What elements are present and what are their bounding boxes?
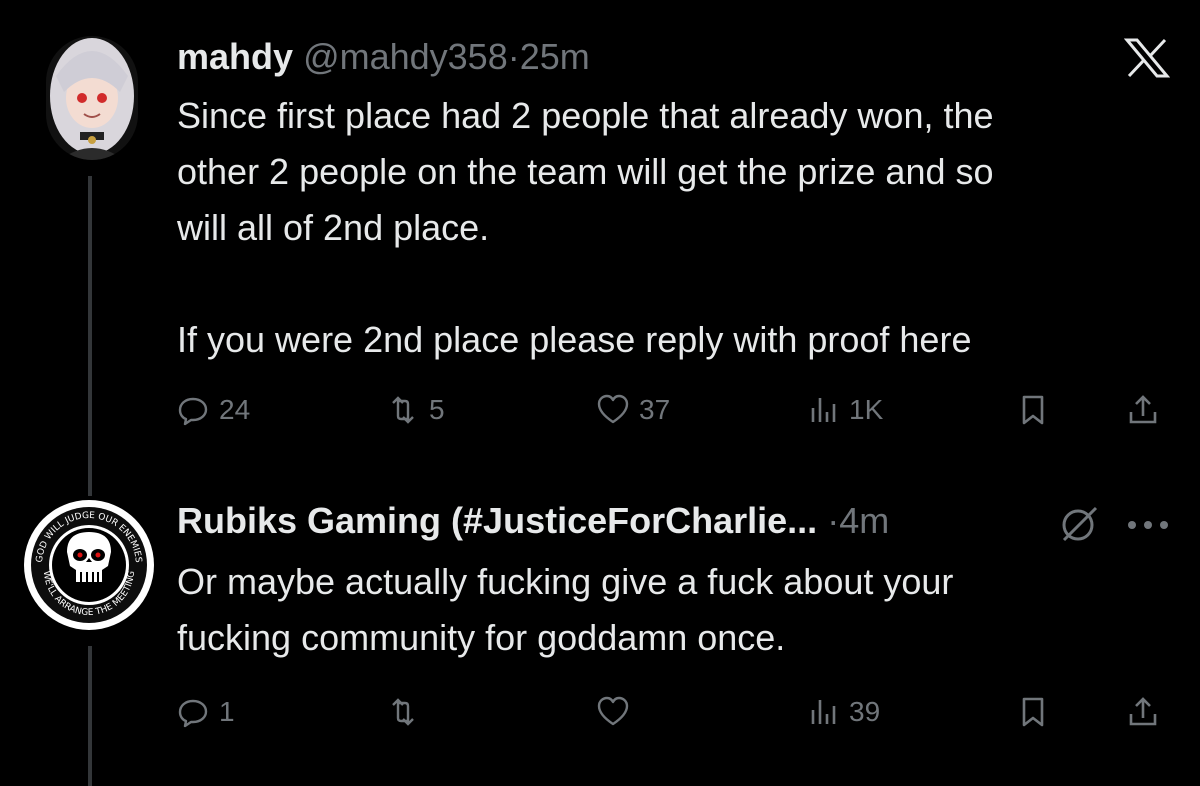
text-line: Or maybe actually fucking give a fuck ab… [177,561,954,602]
text-line: Since first place had 2 people that alre… [177,95,994,136]
views-bar-chart-icon [811,700,836,724]
share-button[interactable] [1127,692,1159,732]
heart-icon [597,696,629,726]
views-button[interactable]: 39 [807,692,880,732]
views-button[interactable]: 1K [807,390,883,430]
x-logo-icon[interactable] [1123,38,1171,78]
reply-count: 1 [219,696,235,727]
timestamp[interactable]: 4m [839,500,889,541]
grok-icon[interactable] [1058,504,1102,544]
separator-dot: · [827,500,840,541]
reply-icon [178,699,208,728]
tweet-rubiks[interactable]: GOD WILL JUDGE OUR ENEMIES WE'LL ARRANGE… [0,470,1200,786]
reply-button[interactable]: 1 [177,692,235,732]
like-button[interactable]: 37 [597,390,670,430]
reply-icon [178,397,208,426]
bookmark-button[interactable] [1017,390,1049,430]
timestamp[interactable]: 25m [520,36,590,77]
view-count: 39 [849,696,881,727]
reply-button[interactable]: 24 [177,390,250,430]
thread-connector-line [88,176,92,496]
repost-button[interactable]: 5 [387,390,445,430]
view-count: 1K [849,394,884,425]
tweet-text: Since first place had 2 people that alre… [177,88,1177,368]
avatar-mahdy[interactable] [46,36,138,160]
tweet-header: Rubiks Gaming (#JusticeForCharlie... ·4m [177,500,889,542]
views-bar-chart-icon [811,398,836,422]
bookmark-icon [1022,395,1044,425]
thread-connector-line [88,646,92,786]
heart-icon [597,394,629,424]
avatar-rubiks[interactable]: GOD WILL JUDGE OUR ENEMIES WE'LL ARRANGE… [24,500,154,630]
text-line: will all of 2nd place. [177,207,490,248]
like-button[interactable] [597,692,639,732]
tweet-mahdy[interactable]: mahdy @mahdy358·25m Since first place ha… [0,0,1200,496]
display-name[interactable]: mahdy [177,36,293,77]
share-icon [1129,697,1157,726]
action-bar: 1 39 [177,692,1167,732]
bookmark-icon [1022,697,1044,727]
tweet-text: Or maybe actually fucking give a fuck ab… [177,554,1177,666]
action-bar: 24 5 37 1K [177,390,1167,430]
tweet-header: mahdy @mahdy358·25m [177,36,590,78]
display-name[interactable]: Rubiks Gaming (#JusticeForCharlie... [177,500,817,541]
repost-button[interactable] [387,692,429,732]
repost-icon [392,698,414,726]
bookmark-button[interactable] [1017,692,1049,732]
text-line: other 2 people on the team will get the … [177,151,994,192]
repost-icon [392,396,414,424]
more-options-icon[interactable] [1126,518,1170,530]
share-button[interactable] [1127,390,1159,430]
reply-count: 24 [219,394,251,425]
like-count: 37 [639,394,671,425]
separator-dot: · [507,36,520,77]
text-line: fucking community for goddamn once. [177,617,786,658]
text-line: If you were 2nd place please reply with … [177,319,972,360]
handle[interactable]: @mahdy358 [303,36,508,77]
repost-count: 5 [429,394,445,425]
share-icon [1129,395,1157,424]
